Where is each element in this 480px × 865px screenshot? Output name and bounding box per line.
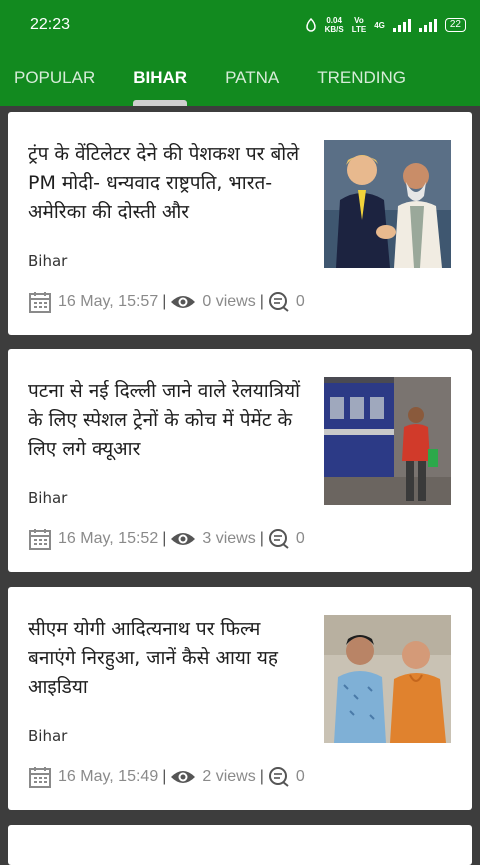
network-type: 4G — [374, 20, 385, 30]
article-date: 16 May, 15:52 — [58, 530, 159, 547]
article-views: 2 views — [202, 768, 256, 785]
article-meta: 16 May, 15:57 | 0 views | 0 — [28, 291, 305, 313]
separator: | — [162, 530, 167, 547]
article-views: 3 views — [202, 530, 256, 547]
article-title[interactable]: ट्रंप के वेंटिलेटर देने की पेशकश पर बोले… — [28, 140, 308, 227]
article-views: 0 views — [202, 293, 256, 310]
article-meta: 16 May, 15:52 | 3 views | 0 — [28, 528, 305, 550]
volte-indicator: Vo LTE — [351, 16, 367, 34]
article-category: Bihar — [28, 252, 68, 270]
separator: | — [259, 293, 264, 310]
separator: | — [162, 293, 167, 310]
calendar-icon — [29, 292, 51, 313]
separator: | — [259, 768, 264, 785]
active-tab-indicator — [133, 100, 188, 106]
status-icons: 0.04 KB/S Vo LTE 4G 22 — [305, 16, 466, 34]
tab-label: POPULAR — [14, 68, 96, 87]
article-comments: 0 — [295, 293, 305, 310]
article-date: 16 May, 15:49 — [58, 768, 159, 785]
category-tabs: POPULAR BIHAR PATNA TRENDING — [0, 50, 480, 106]
calendar-icon — [29, 767, 51, 788]
article-card[interactable]: पटना से नई दिल्ली जाने वाले रेलयात्रियों… — [8, 349, 472, 572]
signal-icon — [392, 18, 411, 32]
eye-icon — [171, 296, 196, 308]
tab-popular[interactable]: POPULAR — [14, 50, 95, 106]
comment-icon — [268, 529, 289, 549]
article-comments: 0 — [295, 768, 305, 785]
article-card[interactable]: ट्रंप के वेंटिलेटर देने की पेशकश पर बोले… — [8, 112, 472, 335]
tab-bihar[interactable]: BIHAR — [133, 50, 188, 106]
tab-label: TRENDING — [317, 68, 407, 87]
alarm-icon — [305, 18, 316, 32]
article-date: 16 May, 15:57 — [58, 293, 159, 310]
eye-icon — [171, 771, 196, 783]
clock: 22:23 — [30, 16, 71, 33]
article-title[interactable]: पटना से नई दिल्ली जाने वाले रेलयात्रियों… — [28, 377, 308, 464]
article-card[interactable]: सीएम योगी आदित्यनाथ पर फिल्म बनाएंगे निर… — [8, 587, 472, 810]
comment-icon — [268, 767, 289, 787]
article-thumbnail[interactable] — [324, 377, 451, 505]
net-speed: 0.04 KB/S — [324, 16, 344, 34]
article-category: Bihar — [28, 489, 68, 507]
battery-icon: 22 — [444, 18, 466, 32]
article-title[interactable]: सीएम योगी आदित्यनाथ पर फिल्म बनाएंगे निर… — [28, 615, 308, 702]
status-bar: 22:23 0.04 KB/S Vo LTE 4G 22 — [0, 0, 480, 50]
separator: | — [162, 768, 167, 785]
tab-trending[interactable]: TRENDING — [317, 50, 406, 106]
comment-icon — [268, 292, 289, 312]
tab-patna[interactable]: PATNA — [225, 50, 279, 106]
article-thumbnail[interactable] — [324, 140, 451, 268]
eye-icon — [171, 533, 196, 545]
article-meta: 16 May, 15:49 | 2 views | 0 — [28, 766, 305, 788]
tab-label: BIHAR — [133, 68, 188, 87]
calendar-icon — [29, 529, 51, 550]
tab-label: PATNA — [225, 68, 280, 87]
article-category: Bihar — [28, 727, 68, 745]
separator: | — [259, 530, 264, 547]
article-thumbnail[interactable] — [324, 615, 451, 743]
article-card-partial[interactable] — [8, 825, 472, 865]
signal-icon-2 — [418, 18, 437, 32]
article-comments: 0 — [295, 530, 305, 547]
